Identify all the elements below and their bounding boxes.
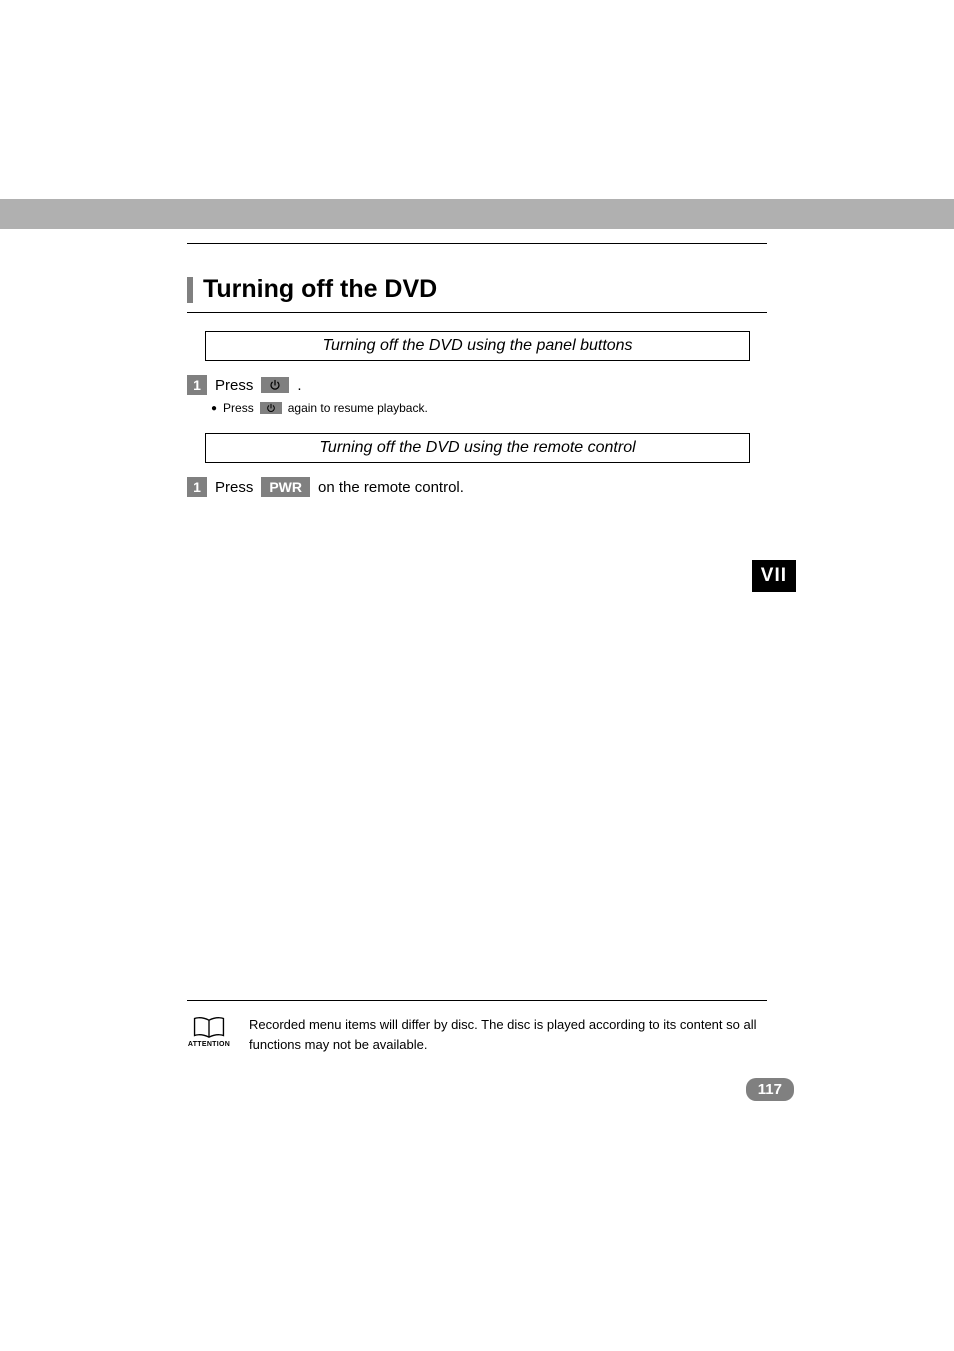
step-text-press: Press — [215, 377, 253, 394]
title-accent-bar — [187, 277, 193, 303]
header-gray-banner — [0, 199, 954, 229]
section-title-row: Turning off the DVD — [187, 275, 767, 313]
attention-label: ATTENTION — [188, 1041, 230, 1048]
bullet-icon: ● — [211, 403, 217, 414]
power-icon — [266, 403, 276, 413]
subheading-remote-control: Turning off the DVD using the remote con… — [205, 433, 750, 463]
power-icon — [269, 379, 281, 391]
power-icon-button-small — [260, 402, 282, 414]
power-icon-button — [261, 377, 289, 393]
note-rest: again to resume playback. — [288, 401, 428, 415]
section-title: Turning off the DVD — [203, 275, 437, 304]
step-text-press: Press — [215, 479, 253, 496]
step-1-remote: 1 Press PWR on the remote control. — [187, 477, 767, 497]
main-content: Turning off the DVD Turning off the DVD … — [187, 275, 767, 503]
note-press: Press — [223, 401, 254, 415]
step-text-period: . — [297, 377, 301, 394]
book-icon — [192, 1015, 226, 1039]
step-1-panel-note: ● Press again to resume playback. — [211, 401, 767, 415]
attention-block: ATTENTION Recorded menu items will diffe… — [187, 1000, 767, 1054]
attention-icon-group: ATTENTION — [187, 1015, 231, 1048]
subheading-panel-buttons: Turning off the DVD using the panel butt… — [205, 331, 750, 361]
step-number-badge: 1 — [187, 477, 207, 497]
section-tab: VII — [752, 560, 796, 592]
step-text-rest: on the remote control. — [318, 479, 464, 496]
step-1-panel: 1 Press . — [187, 375, 767, 395]
pwr-button-label: PWR — [261, 477, 310, 497]
step-number-badge: 1 — [187, 375, 207, 395]
horizontal-rule-top — [187, 243, 767, 244]
attention-text: Recorded menu items will differ by disc.… — [249, 1015, 767, 1054]
page-number: 117 — [746, 1078, 794, 1101]
